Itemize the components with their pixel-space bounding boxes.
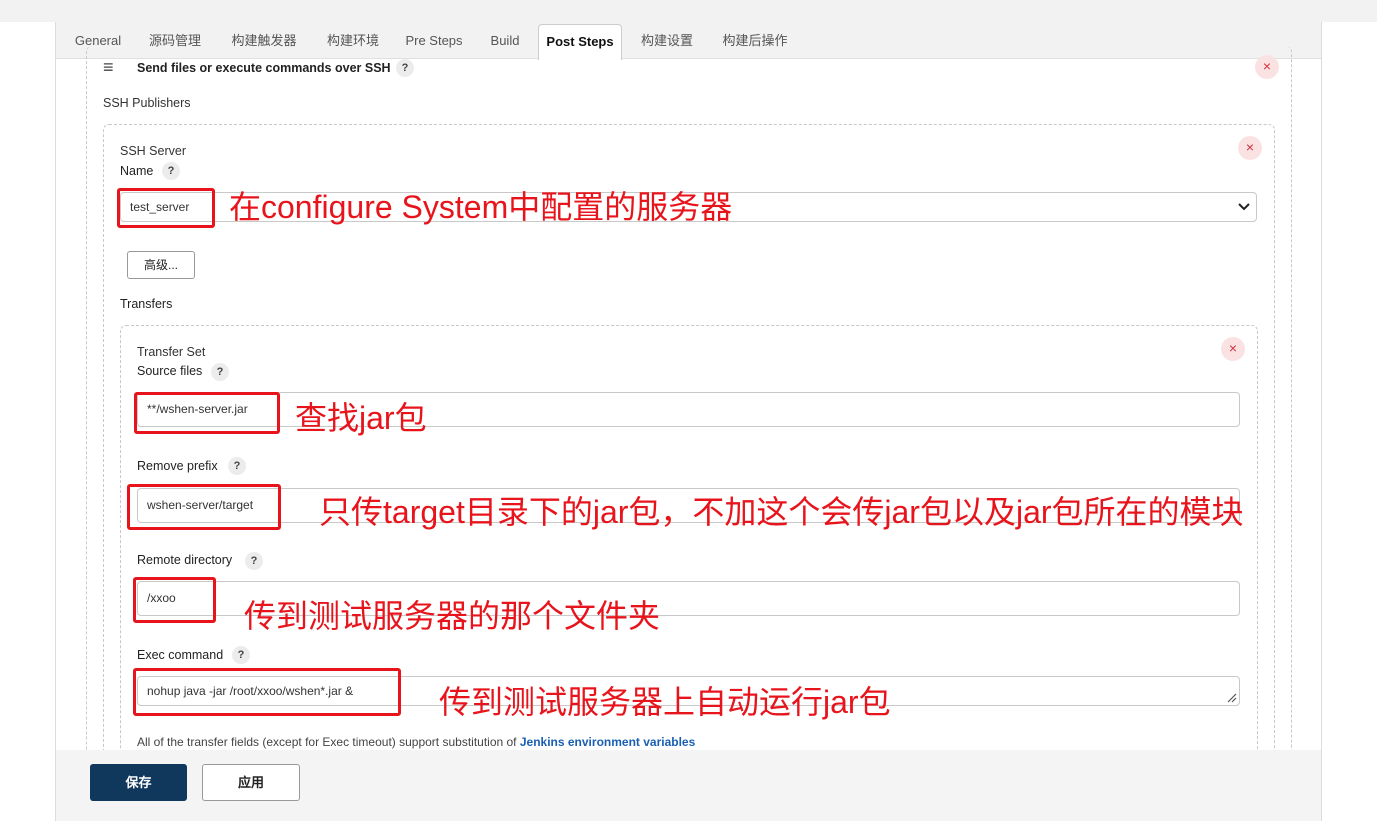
drag-handle-icon[interactable]: ≡ <box>103 57 114 78</box>
transfer-close-icon[interactable]: × <box>1221 337 1245 361</box>
resize-handle-icon[interactable] <box>1227 693 1237 703</box>
exec-command-help-icon[interactable]: ? <box>232 646 250 664</box>
chevron-down-icon <box>1238 203 1250 211</box>
remove-prefix-help-icon[interactable]: ? <box>228 457 246 475</box>
frame-border-right <box>1321 22 1322 821</box>
annotation-server-name: 在configure System中配置的服务器 <box>229 189 733 225</box>
ssh-publishers-label: SSH Publishers <box>103 96 191 110</box>
advanced-button[interactable]: 高级... <box>127 251 195 279</box>
jenkins-env-vars-link[interactable]: Jenkins environment variables <box>520 735 695 749</box>
server-name-label: Name <box>120 164 154 178</box>
transfer-set-label: Transfer Set <box>137 345 206 359</box>
exec-command-label: Exec command <box>137 648 224 662</box>
step-close-icon[interactable]: × <box>1255 55 1279 79</box>
highlight-remove-prefix <box>127 484 281 530</box>
highlight-source-files <box>134 392 280 434</box>
highlight-exec-command <box>133 668 401 716</box>
save-button[interactable]: 保存 <box>90 764 187 801</box>
apply-button[interactable]: 应用 <box>202 764 300 801</box>
annotation-remote-directory: 传到测试服务器的那个文件夹 <box>244 598 661 634</box>
highlight-server-name <box>117 188 215 228</box>
highlight-remote-directory <box>133 577 216 623</box>
frame-border-left <box>55 22 56 821</box>
annotation-remove-prefix: 只传target目录下的jar包，不加这个会传jar包以及jar包所在的模块 <box>319 494 1244 530</box>
substitution-note: All of the transfer fields (except for E… <box>137 735 695 749</box>
source-files-label: Source files <box>137 364 203 378</box>
server-close-icon[interactable]: × <box>1238 136 1262 160</box>
transfers-label: Transfers <box>120 297 173 311</box>
step-title: Send files or execute commands over SSH <box>137 61 391 75</box>
server-name-help-icon[interactable]: ? <box>162 162 180 180</box>
annotation-exec-command: 传到测试服务器上自动运行jar包 <box>439 684 891 720</box>
remote-directory-label: Remote directory <box>137 553 233 567</box>
remove-prefix-label: Remove prefix <box>137 459 218 473</box>
ssh-server-label: SSH Server <box>120 144 186 158</box>
remote-directory-help-icon[interactable]: ? <box>245 552 263 570</box>
source-files-help-icon[interactable]: ? <box>211 363 229 381</box>
top-strip <box>0 0 1377 22</box>
step-help-icon[interactable]: ? <box>396 59 414 77</box>
annotation-source-files: 查找jar包 <box>295 400 427 436</box>
substitution-note-text: All of the transfer fields (except for E… <box>137 735 517 749</box>
